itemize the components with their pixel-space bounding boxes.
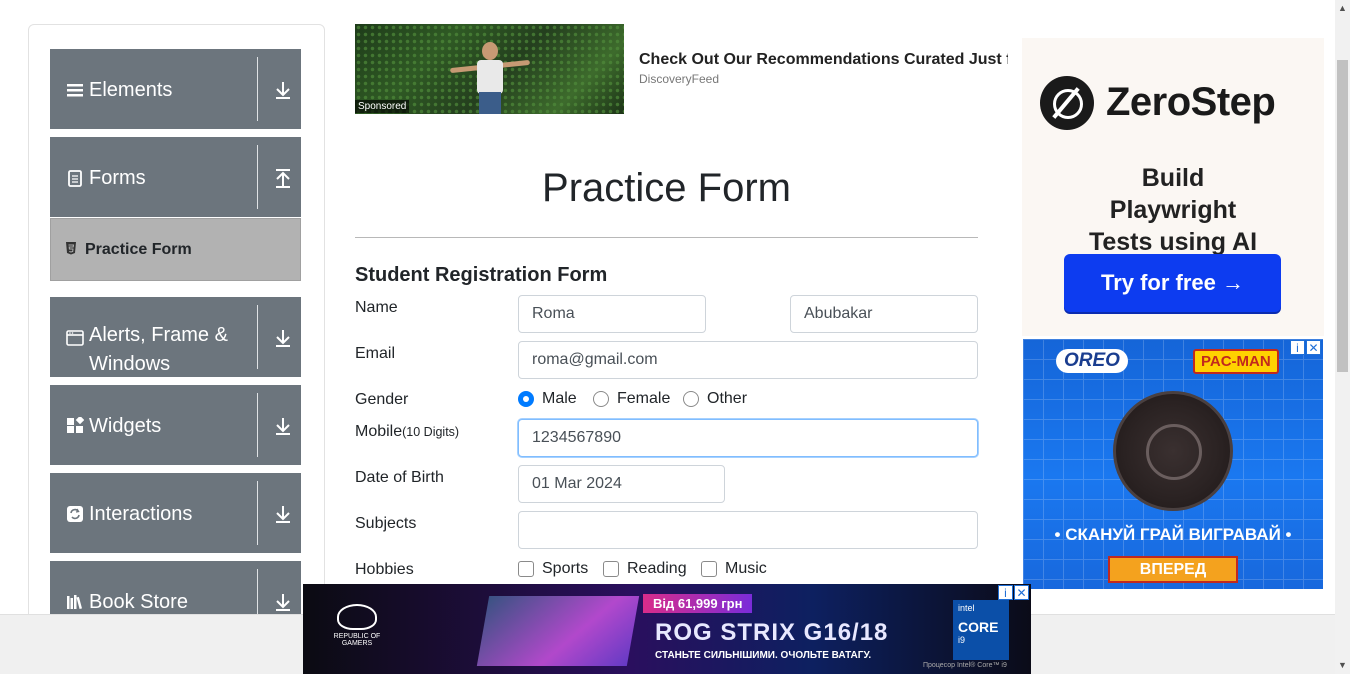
hobby-sports-checkbox[interactable] <box>518 561 534 577</box>
oreo-cta-button[interactable]: ВПЕРЕД <box>1108 556 1238 583</box>
hobbies-label: Hobbies <box>355 561 414 578</box>
ad-headline-link[interactable]: Check Out Our Recommendations Curated Ju… <box>639 51 1008 69</box>
zerostep-brand: ZeroStep <box>1106 80 1276 124</box>
gender-other-radio[interactable] <box>683 391 699 407</box>
scroll-down-arrow-icon[interactable]: ▼ <box>1338 660 1347 670</box>
rog-slogan: СТАНЬТЕ СИЛЬНІШИМИ. ОЧОЛЬТЕ ВАТАГУ. <box>655 650 872 661</box>
email-input[interactable]: roma@gmail.com <box>518 341 978 379</box>
gender-female-label[interactable]: Female <box>617 390 670 408</box>
oreo-logo: OREO <box>1056 349 1128 373</box>
ad-close-icon[interactable]: ✕ <box>1306 340 1321 355</box>
download-arrow-icon[interactable] <box>274 327 292 349</box>
mobile-input[interactable]: 1234567890 <box>518 419 978 457</box>
sidebar-group-label: Interactions <box>89 503 193 525</box>
ad-info-icon[interactable]: i <box>1290 340 1305 355</box>
upload-arrow-icon[interactable] <box>274 167 292 189</box>
sidebar-group-label: Forms <box>89 167 146 189</box>
sidebar-item-label: Practice Form <box>85 241 192 258</box>
gender-label: Gender <box>355 391 409 408</box>
sidebar-group-interactions[interactable]: Interactions <box>50 473 301 553</box>
hobby-reading-label[interactable]: Reading <box>627 560 687 578</box>
sponsored-tag: Sponsored <box>355 100 410 113</box>
gender-male-radio[interactable] <box>518 391 534 407</box>
sidebar-group-label: Book Store <box>89 591 188 613</box>
subjects-input[interactable] <box>518 511 978 549</box>
left-sidebar: Elements Forms Practice Form Alerts, Fra… <box>28 24 325 624</box>
rog-title: ROG STRIX G16/18 <box>655 619 889 646</box>
divider <box>257 481 258 545</box>
document-icon <box>68 170 82 187</box>
laptop-image <box>476 596 640 666</box>
oreo-ad[interactable]: OREO PAC-MAN • СКАНУЙ ГРАЙ ВИГРАВАЙ • ВП… <box>1023 339 1323 589</box>
divider <box>257 305 258 369</box>
divider <box>355 237 978 238</box>
divider <box>257 145 258 209</box>
sidebar-group-forms[interactable]: Forms <box>50 137 301 217</box>
try-for-free-button[interactable]: Try for free → <box>1064 254 1281 312</box>
rog-price: Від 61,999 грн <box>643 594 753 613</box>
intel-badge-top: intel <box>958 603 975 613</box>
mobile-hint: (10 Digits) <box>402 425 460 439</box>
intel-badge-core: CORE <box>958 619 999 635</box>
sidebar-group-label: Elements <box>89 79 173 101</box>
download-arrow-icon[interactable] <box>274 591 292 613</box>
rog-logo: REPUBLIC OF GAMERS <box>331 604 383 647</box>
hobby-music-label[interactable]: Music <box>725 560 767 578</box>
pacman-logo: PAC-MAN <box>1193 349 1279 374</box>
gender-other-label[interactable]: Other <box>707 390 747 408</box>
interactions-icon <box>67 506 83 522</box>
divider <box>257 393 258 457</box>
name-label: Name <box>355 299 398 316</box>
books-icon <box>67 595 83 610</box>
hobby-music-checkbox[interactable] <box>701 561 717 577</box>
cookie-image <box>1113 391 1233 511</box>
divider <box>257 57 258 121</box>
sidebar-group-alerts[interactable]: Alerts, Frame & Windows <box>50 297 301 377</box>
scroll-up-arrow-icon[interactable]: ▲ <box>1338 3 1347 13</box>
gender-female-radio[interactable] <box>593 391 609 407</box>
widgets-icon <box>67 417 84 433</box>
download-arrow-icon[interactable] <box>274 415 292 437</box>
sidebar-group-label: Widgets <box>89 415 162 437</box>
rog-strix-ad[interactable]: REPUBLIC OF GAMERS Від 61,999 грн ROG ST… <box>303 584 1031 674</box>
rog-footnote: Процесор Intel® Core™ i9 <box>923 662 1007 669</box>
page-title: Practice Form <box>542 166 791 210</box>
subjects-label: Subjects <box>355 515 417 532</box>
list-icon <box>67 84 83 97</box>
zerostep-ad[interactable]: ZeroStep Build Playwright Tests using AI… <box>1022 38 1324 336</box>
ad-close-icon[interactable]: ✕ <box>1014 585 1029 600</box>
scrollbar-thumb[interactable] <box>1337 60 1348 372</box>
download-arrow-icon[interactable] <box>274 79 292 101</box>
mobile-label: Mobile(10 Digits) <box>355 423 459 441</box>
intel-badge-tier: i9 <box>958 635 966 645</box>
html5-icon <box>66 242 76 255</box>
download-arrow-icon[interactable] <box>274 503 292 525</box>
rog-brand: REPUBLIC OF GAMERS <box>333 633 381 647</box>
hobby-sports-label[interactable]: Sports <box>542 560 588 578</box>
date-of-birth-input[interactable]: 01 Mar 2024 <box>518 465 725 503</box>
ad-info-icon[interactable]: i <box>998 585 1013 600</box>
sidebar-item-practice-form[interactable]: Practice Form <box>50 218 301 281</box>
oreo-slogan: • СКАНУЙ ГРАЙ ВИГРАВАЙ • <box>1054 525 1292 544</box>
dob-label: Date of Birth <box>355 469 444 486</box>
email-label: Email <box>355 345 396 362</box>
ad-source: DiscoveryFeed <box>639 72 720 86</box>
mobile-label-text: Mobile <box>355 423 403 440</box>
sidebar-group-label: Alerts, Frame & Windows <box>89 324 228 375</box>
last-name-input[interactable]: Abubakar <box>790 295 978 333</box>
zerostep-logo-icon <box>1040 76 1094 130</box>
window-icon <box>66 330 84 346</box>
hobby-reading-checkbox[interactable] <box>603 561 619 577</box>
sidebar-group-elements[interactable]: Elements <box>50 49 301 129</box>
first-name-input[interactable]: Roma <box>518 295 706 333</box>
zerostep-tagline: Build Playwright Tests using AI <box>1088 164 1258 256</box>
intel-core-badge: intel CORE i9 <box>953 600 1009 660</box>
gender-male-label[interactable]: Male <box>542 390 577 408</box>
form-subtitle: Student Registration Form <box>355 264 608 286</box>
sidebar-group-widgets[interactable]: Widgets <box>50 385 301 465</box>
page: Elements Forms Practice Form Alerts, Fra… <box>0 0 1350 674</box>
